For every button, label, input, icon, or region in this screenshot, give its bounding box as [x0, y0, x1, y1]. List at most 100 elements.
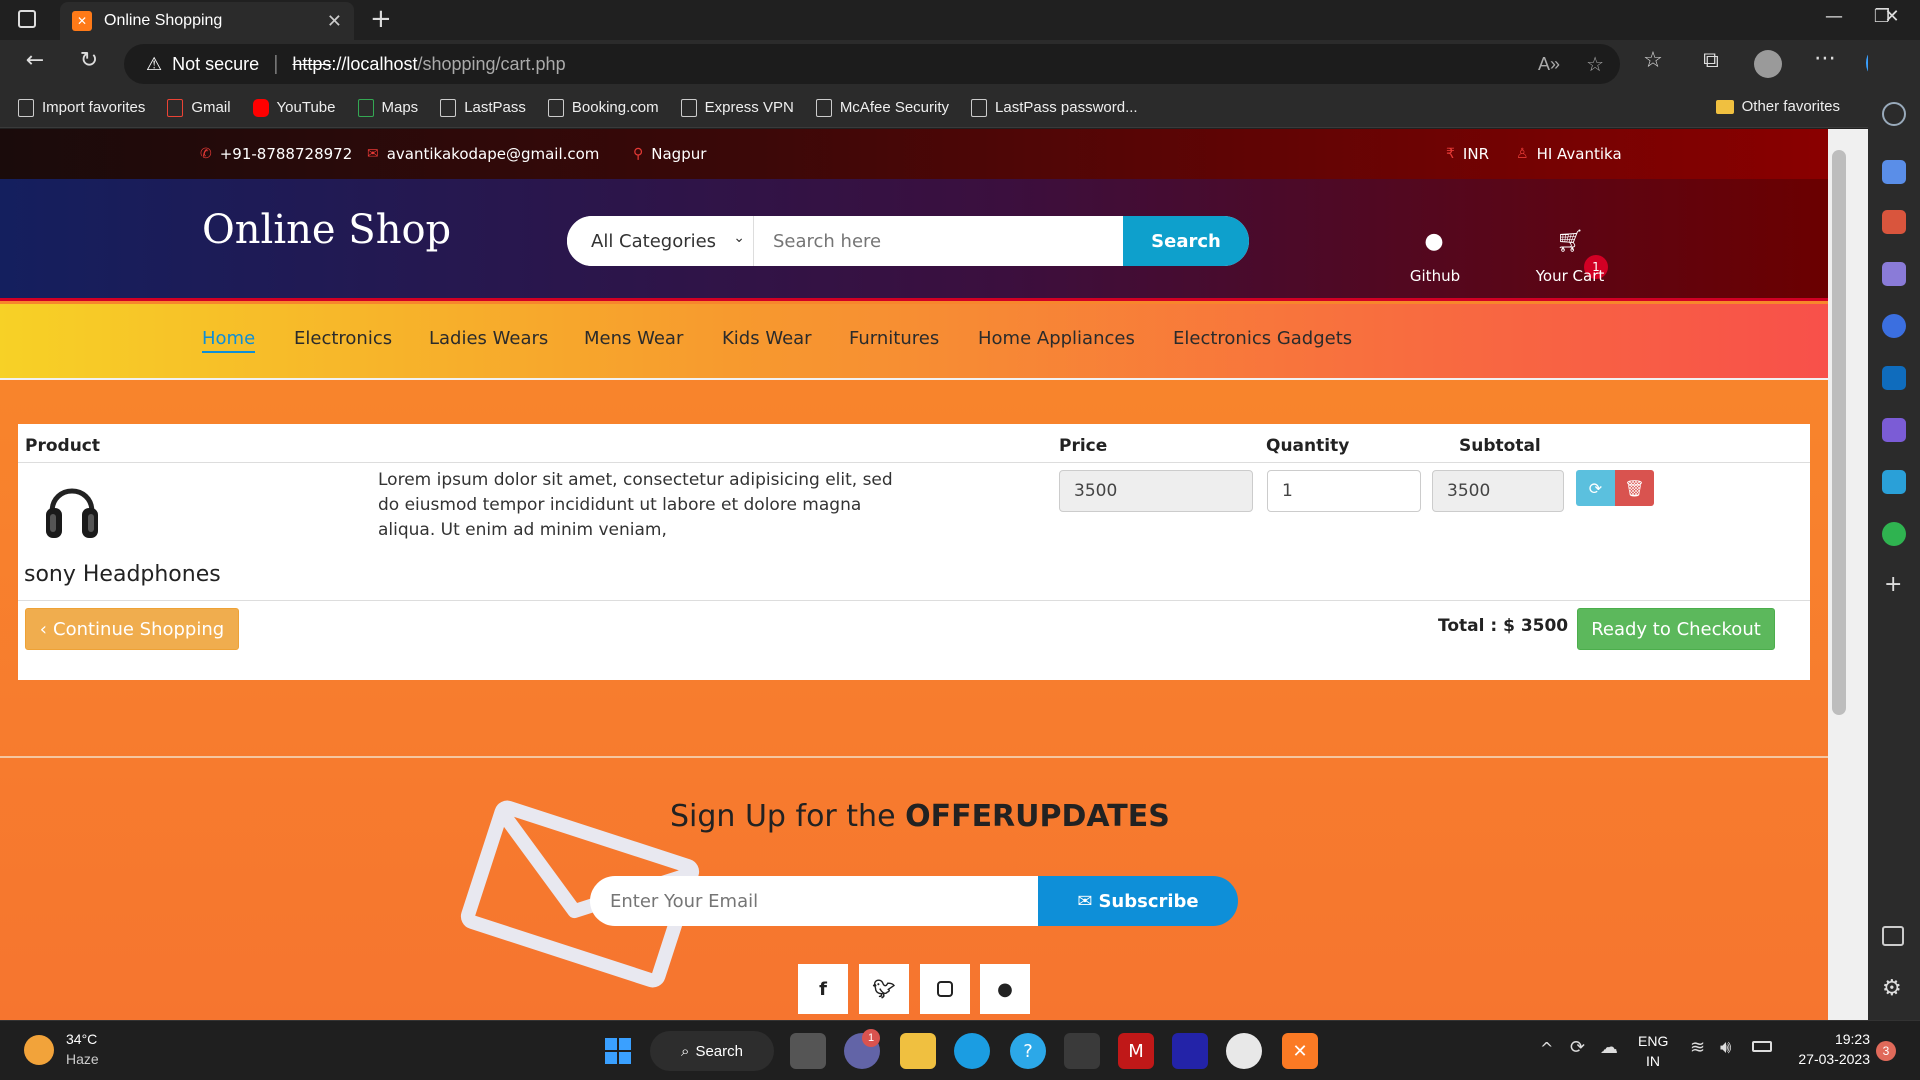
weather-temperature[interactable]: 34°C	[66, 1031, 97, 1047]
search-input[interactable]	[755, 216, 1125, 266]
weather-description[interactable]: Haze	[66, 1051, 99, 1067]
bookmark-mcafee[interactable]: McAfee Security	[815, 98, 949, 117]
bookmark-gmail[interactable]: Gmail	[167, 98, 231, 117]
tab-actions-icon[interactable]	[18, 10, 36, 28]
bookmark-import-favorites[interactable]: Import favorites	[18, 98, 145, 117]
more-menu-icon[interactable]: ⋯	[1808, 46, 1842, 71]
nav-electronics-gadgets[interactable]: Electronics Gadgets	[1173, 328, 1352, 349]
nav-ladies-wears[interactable]: Ladies Wears	[429, 328, 548, 349]
tools-icon[interactable]	[1882, 210, 1906, 234]
nav-home-appliances[interactable]: Home Appliances	[978, 328, 1135, 349]
network-cloud-icon[interactable]: ☁	[1600, 1037, 1618, 1058]
checkout-button[interactable]: Ready to Checkout	[1577, 608, 1775, 650]
volume-icon[interactable]: 🔊︎	[1720, 1037, 1731, 1058]
twitter-link[interactable]: 🐦︎	[859, 964, 909, 1014]
location-contact[interactable]: ⚲ Nagpur	[633, 145, 706, 163]
bookmark-lastpass[interactable]: LastPass	[440, 98, 526, 117]
newsletter-email-input[interactable]	[590, 876, 1040, 926]
delete-item-button[interactable]: 🗑︎	[1615, 470, 1654, 506]
nav-furnitures[interactable]: Furnitures	[849, 328, 939, 349]
update-item-button[interactable]: ⟳	[1576, 470, 1615, 506]
facebook-link[interactable]: f	[798, 964, 848, 1014]
add-sidebar-icon[interactable]: +	[1884, 572, 1902, 597]
task-view-icon[interactable]	[790, 1033, 826, 1069]
nav-mens-wear[interactable]: Mens Wear	[584, 328, 683, 349]
edge-browser-icon[interactable]	[954, 1033, 990, 1069]
games-icon[interactable]	[1882, 262, 1906, 286]
browser-tab[interactable]: ✕ Online Shopping ✕	[60, 2, 354, 40]
nav-kids-wear[interactable]: Kids Wear	[722, 328, 812, 349]
bookmark-youtube[interactable]: YouTube	[252, 98, 336, 117]
shopping-tag-icon[interactable]	[1882, 160, 1906, 184]
currency-link[interactable]: ₹ INR	[1446, 145, 1489, 163]
bookmark-booking[interactable]: Booking.com	[547, 98, 659, 117]
favorites-icon[interactable]: ☆	[1636, 48, 1670, 73]
site-logo[interactable]: Online Shop	[202, 207, 451, 253]
collections-icon[interactable]: ⧉	[1694, 48, 1728, 73]
scrollbar-thumb[interactable]	[1832, 150, 1846, 715]
wifi-icon[interactable]: ≋	[1690, 1037, 1705, 1058]
other-favorites[interactable]: Other favorites	[1715, 98, 1840, 115]
weather-icon[interactable]	[24, 1035, 54, 1065]
category-select[interactable]: All Categories ⌄	[567, 216, 754, 266]
import-icon	[18, 98, 34, 117]
microsoft-store-icon[interactable]	[1064, 1033, 1100, 1069]
email-contact[interactable]: ✉ avantikakodape@gmail.com	[367, 145, 599, 163]
headphones-image[interactable]	[44, 474, 100, 544]
notification-badge[interactable]: 3	[1876, 1041, 1896, 1061]
nav-home[interactable]: Home	[202, 328, 256, 353]
nav-electronics[interactable]: Electronics	[294, 328, 392, 349]
read-aloud-icon[interactable]: A»	[1538, 54, 1560, 75]
github-link[interactable]: Github	[1400, 267, 1470, 285]
clock-date[interactable]: 27-03-2023	[1786, 1051, 1870, 1067]
bookmark-lastpass-password[interactable]: LastPass password...	[971, 98, 1138, 117]
bookmark-expressvpn[interactable]: Express VPN	[680, 98, 794, 117]
designer-icon[interactable]	[1882, 418, 1906, 442]
sidebar-toggle-icon[interactable]	[1882, 926, 1904, 946]
url-field[interactable]: ⚠ Not secure | https://localhost/shoppin…	[124, 44, 1620, 84]
tab-close-icon[interactable]: ✕	[327, 11, 342, 32]
windows-start-icon[interactable]	[600, 1033, 636, 1069]
quantity-input[interactable]: 1	[1267, 470, 1421, 512]
outlook-icon[interactable]	[1882, 366, 1906, 390]
search-icon[interactable]	[1882, 102, 1906, 126]
github-social-link[interactable]: ●	[980, 964, 1030, 1014]
refresh-icon[interactable]: ↻	[72, 48, 106, 73]
language-top[interactable]: ENG	[1638, 1033, 1668, 1049]
sync-icon[interactable]: ⟳	[1570, 1037, 1585, 1058]
search-button[interactable]: Search	[1123, 216, 1249, 266]
webex-icon[interactable]	[1172, 1033, 1208, 1069]
add-favorite-icon[interactable]: ☆	[1586, 52, 1604, 77]
new-tab-button[interactable]: +	[370, 4, 392, 34]
subscribe-button[interactable]: ✉ Subscribe	[1038, 876, 1238, 926]
get-help-icon[interactable]: ?	[1010, 1033, 1046, 1069]
github-icon[interactable]: ●	[1422, 229, 1446, 254]
user-account-link[interactable]: ♙ HI Avantika	[1516, 145, 1622, 163]
xampp-icon[interactable]: ✕	[1282, 1033, 1318, 1069]
cart-link[interactable]: Your Cart	[1526, 267, 1614, 285]
settings-gear-icon[interactable]: ⚙	[1882, 976, 1902, 1001]
cart-icon[interactable]: 🛒︎	[1556, 229, 1584, 254]
close-window-icon[interactable]: ✕	[1872, 6, 1912, 27]
phone-contact[interactable]: ✆ +91-8788728972	[200, 145, 352, 163]
language-bottom[interactable]: IN	[1638, 1053, 1668, 1069]
minimize-icon[interactable]: —	[1814, 6, 1854, 27]
back-icon[interactable]: ←	[18, 48, 52, 73]
bookmark-maps[interactable]: Maps	[357, 98, 418, 117]
continue-shopping-button[interactable]: ‹ Continue Shopping	[25, 608, 239, 650]
clock-time[interactable]: 19:23	[1786, 1031, 1870, 1047]
battery-icon[interactable]	[1752, 1041, 1772, 1052]
taskbar-search[interactable]: ⌕ Search	[650, 1031, 774, 1071]
file-explorer-icon[interactable]	[900, 1033, 936, 1069]
instagram-link[interactable]	[920, 964, 970, 1014]
table-divider	[18, 600, 1810, 601]
product-name[interactable]: sony Headphones	[24, 562, 221, 587]
security-label[interactable]: Not secure	[172, 54, 259, 75]
tree-icon[interactable]	[1882, 522, 1906, 546]
mcafee-icon[interactable]: M	[1118, 1033, 1154, 1069]
profile-avatar[interactable]	[1754, 50, 1782, 78]
chevron-up-icon[interactable]: ^	[1540, 1039, 1553, 1058]
copilot-icon[interactable]	[1882, 314, 1906, 338]
chrome-icon[interactable]	[1226, 1033, 1262, 1069]
send-icon[interactable]	[1882, 470, 1906, 494]
